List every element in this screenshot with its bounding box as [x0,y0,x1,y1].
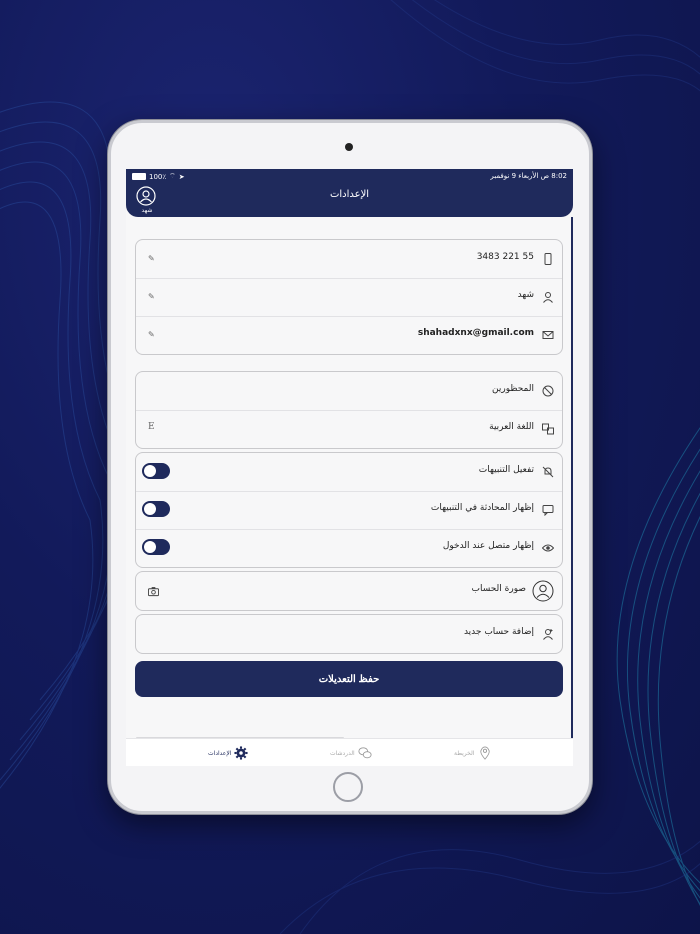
show-online-toggle[interactable] [142,539,170,555]
message-icon [542,505,554,516]
phone-icon [544,253,552,265]
account-photo-row[interactable]: صورة الحساب [136,572,562,610]
phone-value: 55 221 3483 [476,252,534,262]
edit-name-icon[interactable]: ✎ [148,292,155,301]
eye-icon [542,544,554,552]
app-header: 100٪ ⌔ ➤ 8:02 ص الأربعاء 9 نوفمبر شهد ال… [126,169,573,217]
add-account-card[interactable]: إضافة حساب جديد [135,614,563,654]
show-chat-row: إظهار المحادثة في التنبيهات [136,491,562,530]
language-label: اللغة العربية [489,422,534,432]
name-value: شهد [517,290,534,300]
phone-row[interactable]: 55 221 3483 ✎ [136,240,562,279]
translate-icon [542,423,554,435]
add-user-icon [543,629,553,640]
enable-notifications-toggle[interactable] [142,463,170,479]
bell-off-icon [542,466,554,478]
show-online-row: إظهار متصل عند الدخول [136,529,562,567]
status-bar: 100٪ ⌔ ➤ 8:02 ص الأربعاء 9 نوفمبر [126,172,573,182]
enable-notifications-row: تفعيل التنبيهات [136,453,562,492]
tab-settings[interactable]: الإعدادات [208,745,249,761]
notifications-card: تفعيل التنبيهات إظهار المحادثة في التنبي… [135,452,563,568]
blocked-label: المحظورين [492,384,534,394]
camera-icon[interactable] [148,586,159,597]
show-chat-label: إظهار المحادثة في التنبيهات [430,503,534,513]
chat-bubbles-icon [358,747,372,759]
map-pin-icon [479,746,490,760]
mail-icon [542,331,554,339]
language-badge: E [148,422,155,432]
front-camera [345,143,353,151]
page-title: الإعدادات [329,189,370,200]
email-row[interactable]: shahadxnx@gmail.com ✎ [136,316,562,354]
add-account-row[interactable]: إضافة حساب جديد [136,615,562,653]
profile-card: 55 221 3483 ✎ شهد ✎ shahadxnx@gmail.com … [135,239,563,355]
header-user-name: شهد [141,207,153,214]
account-avatar-icon [532,580,554,602]
battery-level: 100٪ [149,172,167,181]
tab-map-label: الخريطة [454,749,475,757]
email-value: shahadxnx@gmail.com [417,328,534,338]
blocked-row[interactable]: المحظورين [136,372,562,411]
tab-chats-label: الدردشات [330,749,355,757]
home-button[interactable] [333,772,363,802]
wifi-icon: ⌔ [169,172,176,180]
edit-phone-icon[interactable]: ✎ [148,254,155,263]
tab-settings-label: الإعدادات [208,749,232,757]
language-row[interactable]: اللغة العربية E [136,410,562,448]
app-screen: 100٪ ⌔ ➤ 8:02 ص الأربعاء 9 نوفمبر شهد ال… [126,169,573,766]
enable-notifications-label: تفعيل التنبيهات [478,465,534,475]
user-icon [543,292,553,303]
ipad-frame: 100٪ ⌔ ➤ 8:02 ص الأربعاء 9 نوفمبر شهد ال… [108,120,592,814]
block-icon [542,385,554,397]
battery-icon [132,173,146,180]
tab-chats[interactable]: الدردشات [330,745,372,761]
save-changes-button[interactable]: حفظ التعديلات [135,661,563,697]
edit-email-icon[interactable]: ✎ [148,330,155,339]
account-photo-card[interactable]: صورة الحساب [135,571,563,611]
gear-icon [234,746,249,760]
screen-edge [571,217,573,766]
status-time: 8:02 ص الأربعاء 9 نوفمبر [490,172,567,180]
show-chat-toggle[interactable] [142,501,170,517]
add-account-label: إضافة حساب جديد [463,627,534,637]
name-row[interactable]: شهد ✎ [136,278,562,317]
location-icon: ➤ [178,172,185,181]
bottom-tab-bar: الإعدادات الدردشات الخريطة [126,738,573,766]
general-card: المحظورين اللغة العربية E [135,371,563,449]
show-online-label: إظهار متصل عند الدخول [442,541,534,551]
account-photo-label: صورة الحساب [471,584,526,594]
tab-map[interactable]: الخريطة [454,745,492,761]
